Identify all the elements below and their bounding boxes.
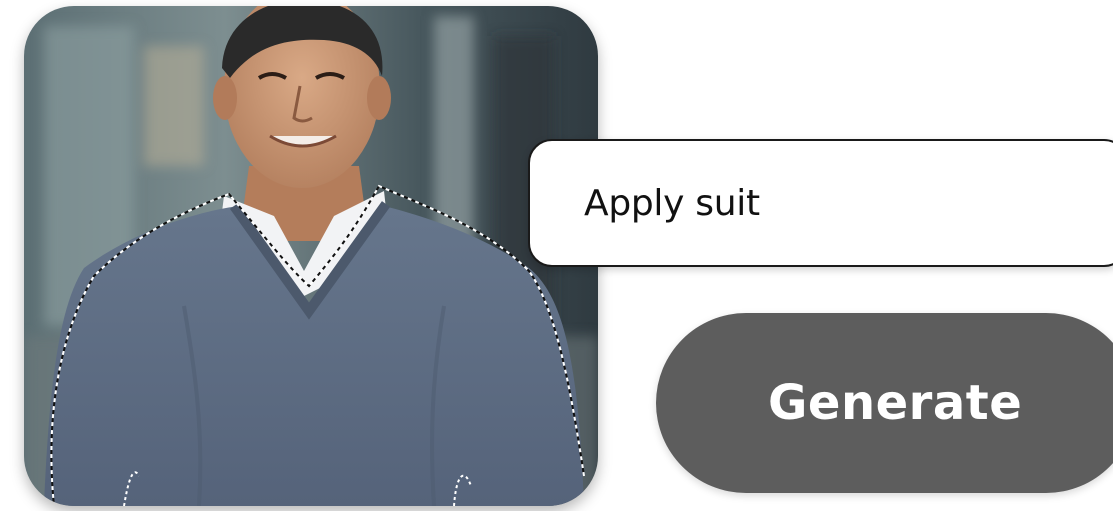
prompt-input[interactable]: Apply suit	[528, 139, 1113, 267]
canvas: Apply suit Generate	[0, 0, 1113, 511]
generate-button[interactable]: Generate	[656, 313, 1113, 493]
portrait-photo	[24, 6, 598, 506]
